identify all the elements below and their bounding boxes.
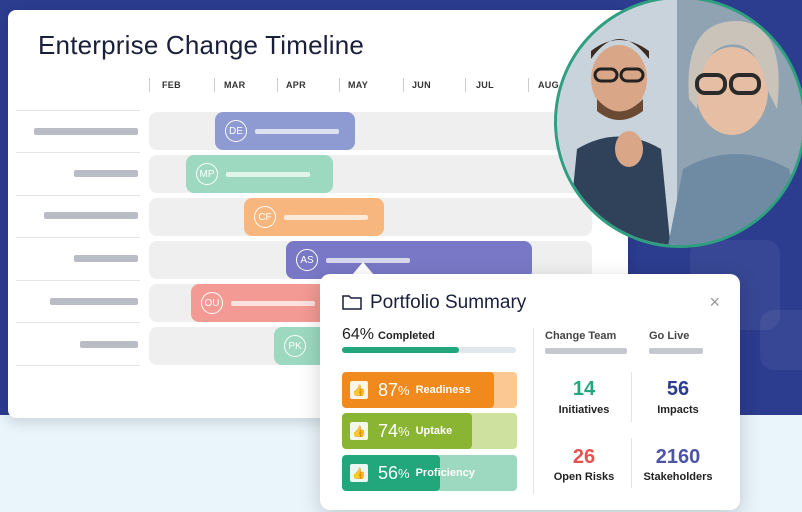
- month-divider: [339, 78, 340, 92]
- timeline-bar-cf[interactable]: CF: [244, 198, 384, 236]
- timeline-title: Enterprise Change Timeline: [38, 30, 365, 60]
- completed-pct: 64: [342, 326, 360, 343]
- initials-badge: OU: [201, 292, 223, 314]
- month-divider: [528, 78, 529, 92]
- row-label-placeholder: [74, 255, 138, 262]
- month-divider: [149, 78, 150, 92]
- row-label-placeholder: [44, 212, 138, 219]
- go-live-placeholder: [649, 348, 703, 354]
- uptake-metric: 👍 74% Uptake: [342, 413, 517, 449]
- completed-progress-fill: [342, 347, 459, 353]
- stakeholders-label: Stakeholders: [643, 471, 713, 483]
- thumbs-up-icon: 👍: [350, 464, 368, 482]
- timeline-bar-de[interactable]: DE: [215, 112, 355, 150]
- row-divider: [16, 237, 140, 238]
- proficiency-metric: 👍 56% Proficiency: [342, 455, 517, 491]
- bar-label-placeholder: [284, 214, 368, 220]
- open-risks-count: 26: [572, 446, 596, 468]
- month-divider: [403, 78, 404, 92]
- uptake-pct: 74: [378, 420, 399, 441]
- row-divider: [16, 322, 140, 323]
- stat-divider: [631, 372, 632, 422]
- timeline-bar-mp[interactable]: MP: [186, 155, 333, 193]
- row-divider: [16, 195, 140, 196]
- row-divider: [16, 152, 140, 153]
- column-divider: [533, 328, 534, 494]
- readiness-sign: %: [398, 382, 410, 398]
- bar-label-placeholder: [231, 300, 315, 306]
- month-label: MAY: [348, 80, 369, 90]
- bar-label-placeholder: [255, 128, 339, 134]
- initiatives-count: 14: [572, 378, 596, 400]
- completed-text: 64% Completed: [342, 326, 435, 344]
- uptake-label: Uptake: [415, 425, 453, 437]
- impacts-count: 56: [666, 378, 690, 400]
- month-label: FEB: [162, 80, 181, 90]
- change-team-placeholder: [545, 348, 627, 354]
- proficiency-sign: %: [398, 465, 410, 481]
- initials-badge: MP: [196, 163, 218, 185]
- stakeholders-count: 2160: [655, 446, 701, 468]
- month-divider: [465, 78, 466, 92]
- month-label: JUL: [476, 80, 494, 90]
- completed-label: Completed: [378, 330, 435, 342]
- initials-badge: AS: [296, 249, 318, 271]
- completed-sign: %: [359, 326, 375, 343]
- row-divider: [16, 365, 140, 366]
- row-divider: [16, 110, 140, 111]
- folder-icon: [342, 295, 362, 310]
- uptake-sign: %: [398, 423, 410, 439]
- row-label-placeholder: [80, 341, 138, 348]
- readiness-metric: 👍 87% Readiness: [342, 372, 517, 408]
- completed-progress-bar: [342, 347, 516, 353]
- change-team-heading: Change Team: [545, 330, 617, 342]
- row-divider: [16, 280, 140, 281]
- proficiency-label: Proficiency: [415, 467, 475, 479]
- row-label-placeholder: [74, 170, 138, 177]
- month-label: APR: [286, 80, 306, 90]
- stat-divider: [631, 438, 632, 488]
- portfolio-summary-card: Portfolio Summary × 64% Completed 👍 87% R…: [320, 274, 740, 510]
- people-illustration: [557, 0, 802, 245]
- readiness-label: Readiness: [415, 384, 471, 396]
- row-label-placeholder: [34, 128, 138, 135]
- initiatives-label: Initiatives: [558, 404, 610, 416]
- close-icon[interactable]: ×: [709, 292, 720, 313]
- month-label: AUG: [538, 80, 559, 90]
- month-label: MAR: [224, 80, 246, 90]
- initials-badge: PK: [284, 335, 306, 357]
- month-divider: [214, 78, 215, 92]
- initials-badge: DE: [225, 120, 247, 142]
- bar-label-placeholder: [226, 171, 310, 177]
- initials-badge: CF: [254, 206, 276, 228]
- readiness-pct: 87: [378, 379, 399, 400]
- open-risks-label: Open Risks: [553, 471, 615, 483]
- timeline-bar-ou[interactable]: OU: [191, 284, 331, 322]
- row-label-placeholder: [50, 298, 138, 305]
- team-photo: [554, 0, 802, 248]
- month-label: JUN: [412, 80, 431, 90]
- thumbs-up-icon: 👍: [350, 381, 368, 399]
- proficiency-pct: 56: [378, 462, 399, 483]
- thumbs-up-icon: 👍: [350, 422, 368, 440]
- go-live-heading: Go Live: [649, 330, 690, 342]
- month-divider: [277, 78, 278, 92]
- summary-title: Portfolio Summary: [370, 292, 527, 313]
- impacts-label: Impacts: [657, 404, 699, 416]
